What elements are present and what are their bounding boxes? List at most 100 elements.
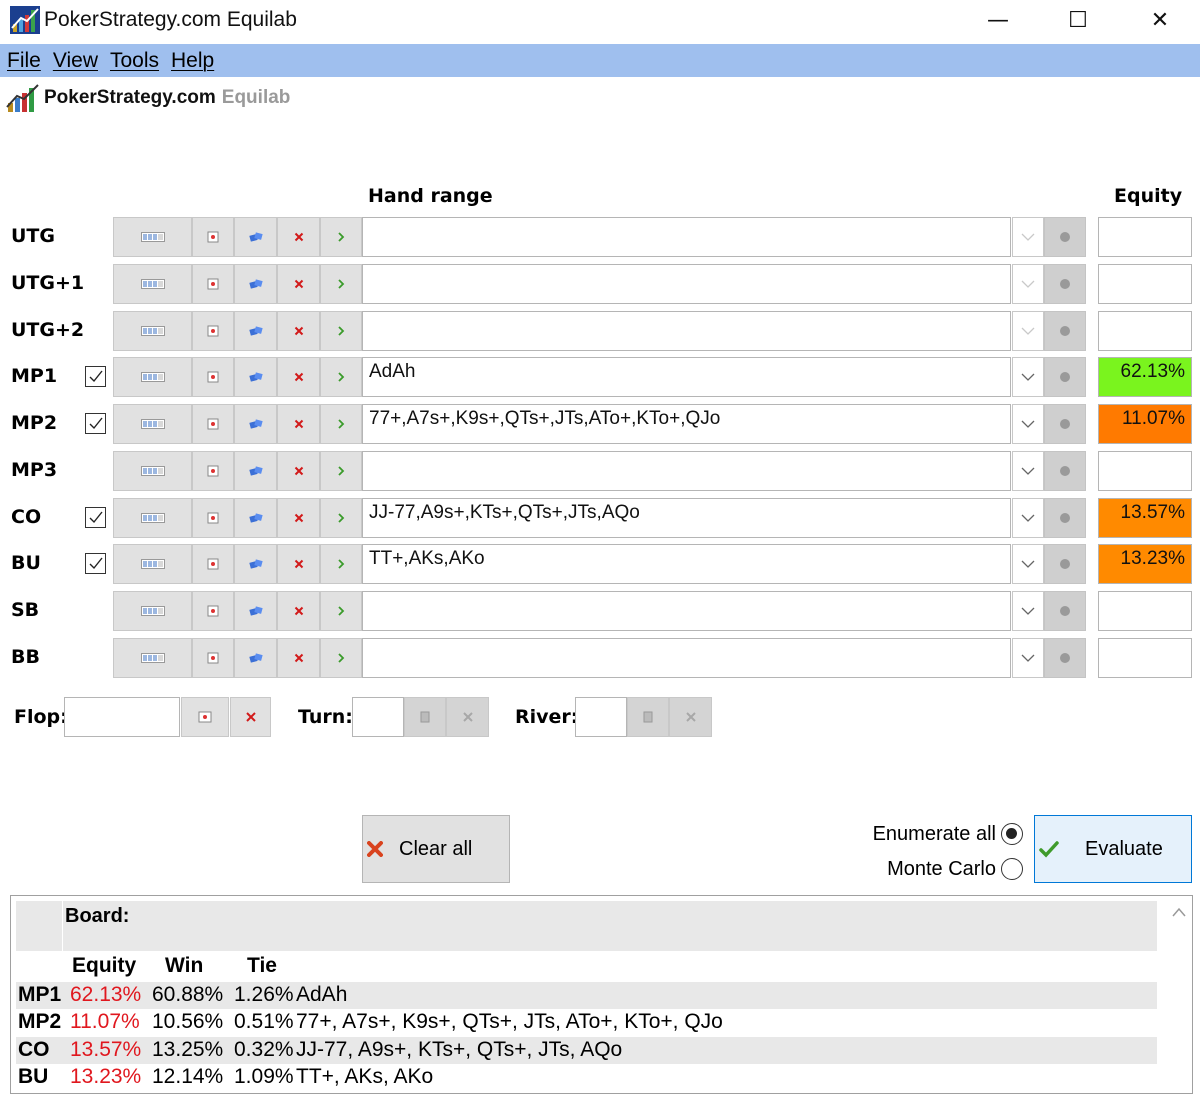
hand-range-input[interactable] xyxy=(362,591,1011,631)
hand-selector-button[interactable] xyxy=(113,264,192,304)
card-picker-button[interactable] xyxy=(192,404,234,444)
hand-selector-button[interactable] xyxy=(113,638,192,678)
hand-range-input[interactable]: 77+,A7s+,K9s+,QTs+,JTs,ATo+,KTo+,QJo xyxy=(362,404,1011,444)
clear-range-button[interactable] xyxy=(277,357,320,397)
random-hand-button[interactable] xyxy=(234,357,277,397)
clear-range-button[interactable] xyxy=(277,638,320,678)
card-picker-button[interactable] xyxy=(192,357,234,397)
card-picker-button[interactable] xyxy=(192,264,234,304)
flop-clear-button[interactable] xyxy=(230,697,271,737)
range-arrow-button[interactable] xyxy=(320,357,362,397)
range-dropdown-button[interactable] xyxy=(1012,591,1044,631)
random-hand-button[interactable] xyxy=(234,498,277,538)
range-status-button[interactable] xyxy=(1044,264,1086,304)
menu-view[interactable]: View xyxy=(53,49,98,73)
range-dropdown-button[interactable] xyxy=(1012,217,1044,257)
hand-selector-button[interactable] xyxy=(113,311,192,351)
clear-range-button[interactable] xyxy=(277,451,320,491)
clear-range-button[interactable] xyxy=(277,311,320,351)
clear-range-button[interactable] xyxy=(277,404,320,444)
range-arrow-button[interactable] xyxy=(320,311,362,351)
hand-selector-button[interactable] xyxy=(113,544,192,584)
hand-range-input[interactable]: AdAh xyxy=(362,357,1011,397)
random-hand-button[interactable] xyxy=(234,591,277,631)
random-hand-button[interactable] xyxy=(234,311,277,351)
range-status-button[interactable] xyxy=(1044,638,1086,678)
menu-tools[interactable]: Tools xyxy=(110,49,159,73)
range-dropdown-button[interactable] xyxy=(1012,638,1044,678)
flop-card-picker-button[interactable] xyxy=(181,697,229,737)
card-picker-button[interactable] xyxy=(192,451,234,491)
clear-range-button[interactable] xyxy=(277,544,320,584)
random-hand-button[interactable] xyxy=(234,404,277,444)
hand-range-input[interactable] xyxy=(362,264,1011,304)
clear-range-button[interactable] xyxy=(277,264,320,304)
menu-help[interactable]: Help xyxy=(171,49,214,73)
range-status-button[interactable] xyxy=(1044,591,1086,631)
hand-selector-button[interactable] xyxy=(113,404,192,444)
hand-range-input[interactable] xyxy=(362,217,1011,257)
range-dropdown-button[interactable] xyxy=(1012,404,1044,444)
random-hand-button[interactable] xyxy=(234,544,277,584)
maximize-button[interactable]: ☐ xyxy=(1038,0,1118,40)
range-arrow-button[interactable] xyxy=(320,544,362,584)
card-picker-button[interactable] xyxy=(192,591,234,631)
range-dropdown-button[interactable] xyxy=(1012,264,1044,304)
range-arrow-button[interactable] xyxy=(320,498,362,538)
player-active-checkbox[interactable] xyxy=(85,413,106,434)
hand-selector-button[interactable] xyxy=(113,591,192,631)
range-status-button[interactable] xyxy=(1044,544,1086,584)
range-status-button[interactable] xyxy=(1044,217,1086,257)
hand-selector-button[interactable] xyxy=(113,357,192,397)
range-status-button[interactable] xyxy=(1044,404,1086,444)
player-active-checkbox[interactable] xyxy=(85,507,106,528)
card-picker-button[interactable] xyxy=(192,498,234,538)
range-arrow-button[interactable] xyxy=(320,638,362,678)
range-status-button[interactable] xyxy=(1044,451,1086,491)
range-dropdown-button[interactable] xyxy=(1012,544,1044,584)
monte-carlo-label[interactable]: Monte Carlo xyxy=(860,858,996,881)
range-dropdown-button[interactable] xyxy=(1012,357,1044,397)
range-arrow-button[interactable] xyxy=(320,217,362,257)
enumerate-all-label[interactable]: Enumerate all xyxy=(860,823,996,846)
range-arrow-button[interactable] xyxy=(320,264,362,304)
flop-field[interactable] xyxy=(64,697,180,737)
range-status-button[interactable] xyxy=(1044,311,1086,351)
scroll-up-icon[interactable] xyxy=(1171,906,1187,918)
clear-range-button[interactable] xyxy=(277,498,320,538)
river-field[interactable] xyxy=(575,697,627,737)
hand-range-input[interactable] xyxy=(362,451,1011,491)
hand-range-input[interactable] xyxy=(362,311,1011,351)
range-dropdown-button[interactable] xyxy=(1012,451,1044,491)
range-arrow-button[interactable] xyxy=(320,451,362,491)
range-status-button[interactable] xyxy=(1044,498,1086,538)
menu-file[interactable]: File xyxy=(7,49,41,73)
evaluate-button[interactable]: Evaluate xyxy=(1034,815,1192,883)
hand-range-input[interactable] xyxy=(362,638,1011,678)
card-picker-button[interactable] xyxy=(192,638,234,678)
turn-field[interactable] xyxy=(352,697,404,737)
monte-carlo-radio[interactable] xyxy=(1001,858,1023,880)
range-arrow-button[interactable] xyxy=(320,404,362,444)
card-picker-button[interactable] xyxy=(192,544,234,584)
random-hand-button[interactable] xyxy=(234,451,277,491)
range-status-button[interactable] xyxy=(1044,357,1086,397)
random-hand-button[interactable] xyxy=(234,264,277,304)
range-dropdown-button[interactable] xyxy=(1012,311,1044,351)
card-picker-button[interactable] xyxy=(192,311,234,351)
close-button[interactable]: ✕ xyxy=(1120,0,1200,40)
card-picker-button[interactable] xyxy=(192,217,234,257)
random-hand-button[interactable] xyxy=(234,217,277,257)
minimize-button[interactable]: — xyxy=(958,0,1038,40)
random-hand-button[interactable] xyxy=(234,638,277,678)
range-dropdown-button[interactable] xyxy=(1012,498,1044,538)
player-active-checkbox[interactable] xyxy=(85,366,106,387)
player-active-checkbox[interactable] xyxy=(85,553,106,574)
hand-selector-button[interactable] xyxy=(113,217,192,257)
hand-selector-button[interactable] xyxy=(113,498,192,538)
range-arrow-button[interactable] xyxy=(320,591,362,631)
clear-range-button[interactable] xyxy=(277,217,320,257)
hand-range-input[interactable]: TT+,AKs,AKo xyxy=(362,544,1011,584)
enumerate-all-radio[interactable] xyxy=(1001,823,1023,845)
clear-all-button[interactable]: Clear all xyxy=(362,815,510,883)
